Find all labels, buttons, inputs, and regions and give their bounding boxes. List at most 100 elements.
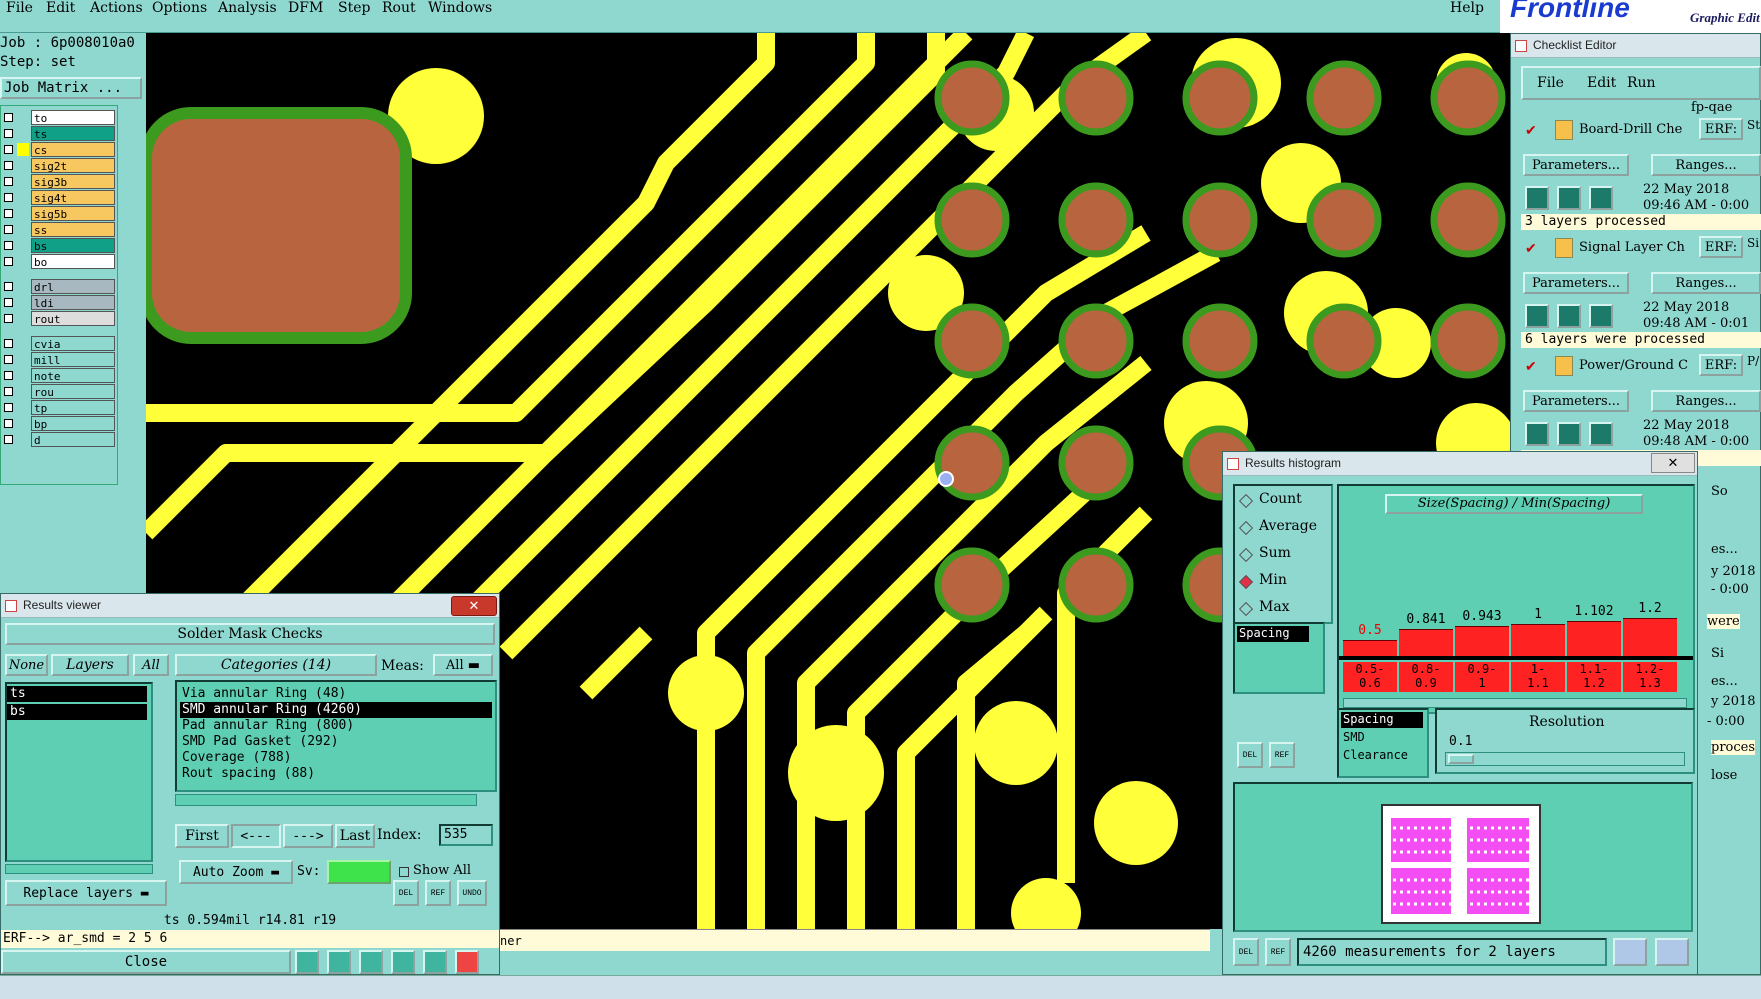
prev-button[interactable]: <---	[231, 824, 281, 848]
radio-average[interactable]	[1238, 520, 1254, 536]
layer-name[interactable]: bs	[31, 238, 115, 253]
erf-button[interactable]: ERF:	[1699, 118, 1743, 140]
erf-button[interactable]: ERF:	[1699, 354, 1743, 376]
histogram-scrollbar[interactable]	[1343, 698, 1687, 708]
run-selected-icon[interactable]	[1589, 186, 1613, 210]
ranges-button[interactable]: Ranges...	[1651, 154, 1761, 176]
histogram-bar[interactable]	[1511, 624, 1565, 656]
ranges-button[interactable]: Ranges...	[1651, 272, 1761, 294]
categories-button[interactable]: Categories (14)	[175, 654, 377, 676]
footer-ref-button[interactable]: REF	[1265, 938, 1291, 966]
layer-checkbox[interactable]	[4, 435, 13, 444]
layer-checkbox[interactable]	[4, 161, 13, 170]
layer-name[interactable]: mill	[31, 352, 115, 367]
layer-row-d[interactable]: d	[1, 432, 117, 447]
run-check-icon[interactable]	[1525, 186, 1549, 210]
layer-name[interactable]: note	[31, 368, 115, 383]
histogram-bar[interactable]	[1399, 629, 1453, 656]
radio-sum[interactable]	[1238, 547, 1254, 563]
layer-row-sig3b[interactable]: sig3b	[1, 174, 117, 189]
menu-analysis[interactable]: Analysis	[218, 0, 277, 16]
histogram-icon[interactable]	[455, 950, 479, 974]
erf-button[interactable]: ERF:	[1699, 236, 1743, 258]
size-field-item[interactable]: Clearance	[1341, 748, 1423, 764]
layer-checkbox[interactable]	[4, 339, 13, 348]
layer-checkbox[interactable]	[4, 113, 13, 122]
filter-icon[interactable]	[359, 950, 383, 974]
layer-name[interactable]: ldi	[31, 295, 115, 310]
layer-checkbox[interactable]	[4, 129, 13, 138]
layer-preview-thumbnail[interactable]	[1381, 804, 1541, 924]
job-matrix-button[interactable]: Job Matrix ...	[0, 77, 142, 99]
category-item[interactable]: SMD annular Ring (4260)	[180, 702, 492, 718]
layer-checkbox[interactable]	[4, 209, 13, 218]
layer-row-rout[interactable]: rout	[1, 311, 117, 326]
size-field-item[interactable]: Spacing	[1341, 712, 1423, 728]
export-icon[interactable]	[327, 950, 351, 974]
layer-row-ldi[interactable]: ldi	[1, 295, 117, 310]
layer-name[interactable]: sig5b	[31, 206, 115, 221]
checklist-menu-file[interactable]: File	[1537, 75, 1564, 91]
layer-checkbox[interactable]	[4, 387, 13, 396]
close-button[interactable]: Close	[1, 950, 291, 974]
layer-row-sig2t[interactable]: sig2t	[1, 158, 117, 173]
close-icon[interactable]: ✕	[1651, 453, 1695, 473]
layer-checkbox[interactable]	[4, 403, 13, 412]
layer-row-tp[interactable]: tp	[1, 400, 117, 415]
layer-checkbox[interactable]	[4, 193, 13, 202]
hist-ref-button[interactable]: REF	[1269, 742, 1295, 768]
layer-row-ss[interactable]: ss	[1, 222, 117, 237]
result-layer-ts[interactable]: ts	[7, 686, 147, 702]
layer-row-sig5b[interactable]: sig5b	[1, 206, 117, 221]
layer-name[interactable]: ts	[31, 126, 115, 141]
undo-button[interactable]: UNDO	[457, 880, 487, 906]
histogram-bar[interactable]	[1623, 618, 1677, 656]
layer-row-cs[interactable]: cs	[1, 142, 117, 157]
layer-checkbox[interactable]	[4, 355, 13, 364]
category-item[interactable]: Coverage (788)	[180, 750, 492, 766]
layer-name[interactable]: d	[31, 432, 115, 447]
show-all-checkbox[interactable]	[399, 867, 409, 877]
size-field-item[interactable]: SMD	[1341, 730, 1423, 746]
sv-color-select[interactable]	[327, 860, 391, 884]
footer-del-button[interactable]: DEL	[1233, 938, 1259, 966]
layer-name[interactable]: rou	[31, 384, 115, 399]
menu-step[interactable]: Step	[338, 0, 370, 16]
layer-checkbox[interactable]	[4, 282, 13, 291]
field-item-spacing[interactable]: Spacing	[1237, 626, 1309, 642]
layers-all-button[interactable]: All	[133, 654, 169, 676]
menu-help[interactable]: Help	[1450, 0, 1484, 16]
compare-icon[interactable]	[391, 950, 415, 974]
layer-name[interactable]: bp	[31, 416, 115, 431]
layer-checkbox[interactable]	[4, 314, 13, 323]
category-item[interactable]: Pad annular Ring (800)	[180, 718, 492, 734]
layer-name[interactable]: sig4t	[31, 190, 115, 205]
layer-checkbox[interactable]	[4, 225, 13, 234]
layer-checkbox[interactable]	[4, 257, 13, 266]
layer-name[interactable]: rout	[31, 311, 115, 326]
menu-options[interactable]: Options	[152, 0, 207, 16]
radio-count[interactable]	[1238, 493, 1254, 509]
layer-row-to[interactable]: to	[1, 110, 117, 125]
layer-checkbox[interactable]	[4, 241, 13, 250]
check-mark-icon[interactable]: ✔	[1525, 240, 1537, 257]
resolution-slider[interactable]	[1445, 752, 1685, 766]
menu-edit[interactable]: Edit	[46, 0, 75, 16]
menu-rout[interactable]: Rout	[382, 0, 416, 16]
menu-actions[interactable]: Actions	[90, 0, 143, 16]
checklist-menu-edit[interactable]: Edit	[1587, 75, 1616, 91]
layer-row-ts[interactable]: ts	[1, 126, 117, 141]
menu-windows[interactable]: Windows	[428, 0, 492, 16]
result-layer-bs[interactable]: bs	[7, 704, 147, 720]
size-field-list[interactable]: Spacing SMD Clearance	[1337, 708, 1429, 778]
layer-row-cvia[interactable]: cvia	[1, 336, 117, 351]
histogram-bar[interactable]	[1567, 621, 1621, 656]
category-item[interactable]: Rout spacing (88)	[180, 766, 492, 782]
layer-name[interactable]: drl	[31, 279, 115, 294]
del-button[interactable]: DEL	[393, 880, 419, 906]
zoom-box-icon[interactable]	[1655, 938, 1689, 966]
run-selected-icon[interactable]	[1589, 304, 1613, 328]
layer-name[interactable]: bo	[31, 254, 115, 269]
radio-min[interactable]	[1238, 574, 1254, 590]
layer-name[interactable]: to	[31, 110, 115, 125]
